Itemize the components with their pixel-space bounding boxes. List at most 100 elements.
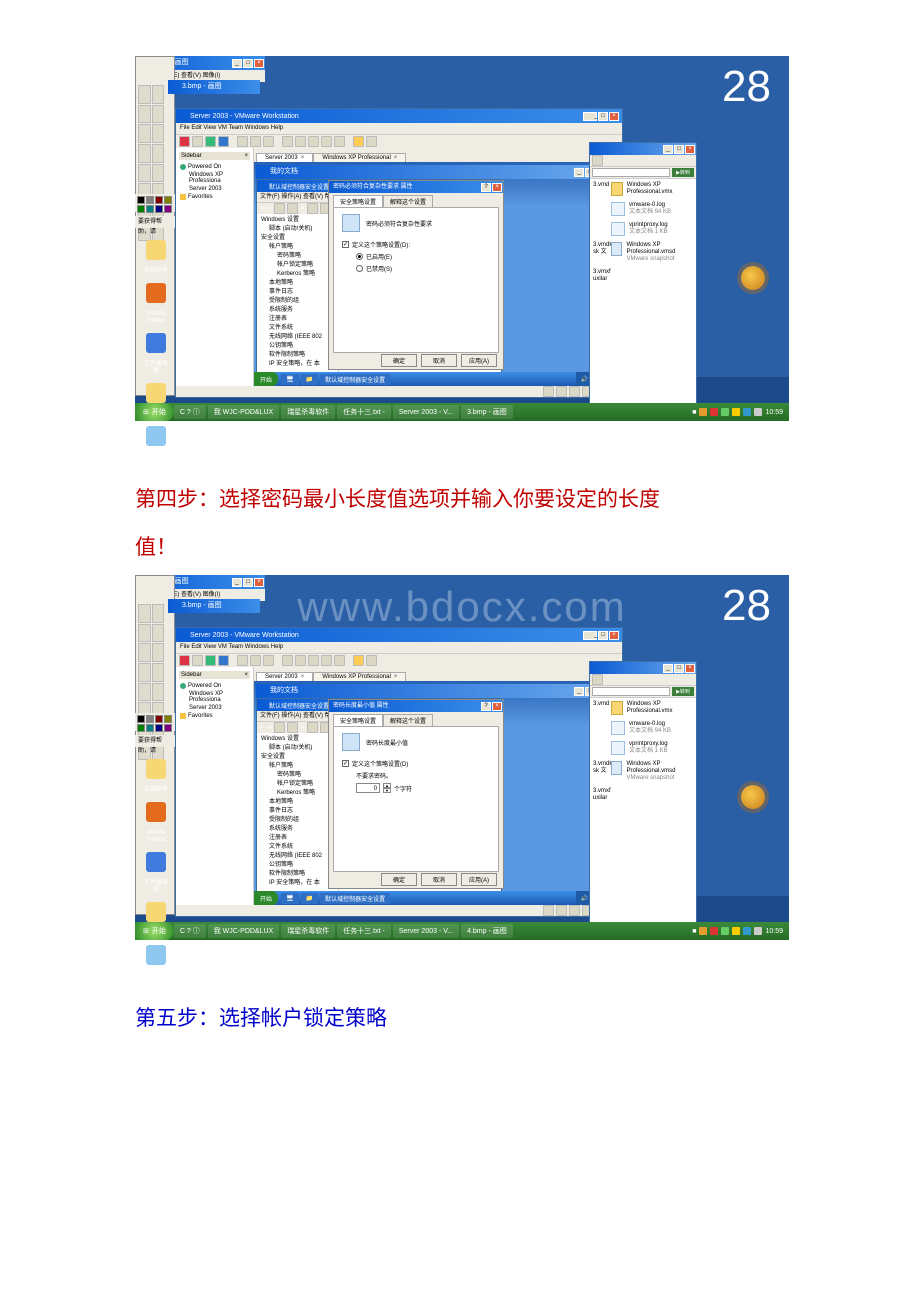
snapshot-icon[interactable] <box>237 655 248 666</box>
taskbar-item[interactable]: 我 WJC-PDD&LUX <box>208 924 280 938</box>
tree-item[interactable]: 公钥策略 <box>259 342 336 351</box>
power-on-icon[interactable] <box>205 655 216 666</box>
views-icon[interactable] <box>592 674 603 685</box>
dialog-titlebar[interactable]: 密码长度最小值 属性 ?× <box>329 700 503 712</box>
prop-icon[interactable] <box>287 722 298 733</box>
back-icon[interactable]: ⇐ <box>260 724 265 731</box>
tray-icon[interactable] <box>710 408 718 416</box>
file-item[interactable]: vmware-0.log文本文档 94 KB <box>593 202 693 216</box>
taskbar-item[interactable]: 我 WJC-PDD&LUX <box>208 405 280 419</box>
mydocs-titlebar[interactable]: 我的文档 _ □ × <box>256 684 606 698</box>
tree-item[interactable]: 文件系统 <box>259 324 336 333</box>
device-icon[interactable] <box>569 386 580 397</box>
minimize-icon[interactable]: _ <box>232 578 242 587</box>
views-icon[interactable] <box>592 155 603 166</box>
guest-taskbar[interactable]: 开始 🖥 📁 默认域控制器安全设置 🔊 🛡 10:59 <box>254 372 622 386</box>
tray-icon[interactable] <box>699 927 707 935</box>
apply-button[interactable]: 应用(A) <box>461 354 497 367</box>
close-icon[interactable]: × <box>685 664 695 673</box>
paint-color-palette[interactable] <box>135 194 175 212</box>
cancel-button[interactable]: 取消 <box>421 354 457 367</box>
paint-titlebar-2[interactable]: 3.bmp - 画图 <box>168 599 260 613</box>
tree-item[interactable]: Windows 设置 <box>259 216 336 225</box>
minimize-icon[interactable]: _ <box>663 664 673 673</box>
minimize-icon[interactable]: _ <box>574 168 584 177</box>
go-button[interactable]: ▶转到 <box>672 687 694 696</box>
secpol-tree[interactable]: Windows 设置 脚本 (启动/关机) 安全设置 帐户策略 密码策略 帐户锁… <box>257 733 339 897</box>
sidebar-favorites[interactable]: Favorites <box>179 193 250 201</box>
tree-item[interactable]: 软件限制策略 <box>259 351 336 360</box>
sidebar-vm-xp[interactable]: Windows XP Professiona <box>179 171 250 185</box>
cancel-button[interactable]: 取消 <box>421 873 457 886</box>
tray-icon[interactable] <box>743 927 751 935</box>
radio-icon[interactable] <box>356 253 363 260</box>
tray-icon[interactable] <box>721 408 729 416</box>
delete-icon[interactable]: ✕ <box>300 724 305 731</box>
up-icon[interactable] <box>274 203 285 214</box>
tab-close-icon[interactable]: × <box>394 674 398 680</box>
tray-icon[interactable] <box>732 927 740 935</box>
host-taskbar[interactable]: ⊞开始 C ? ⓘ 我 WJC-PDD&LUX 瑞星杀毒软件 任务十三.txt … <box>135 403 789 421</box>
vmware-toolbar[interactable] <box>176 134 622 148</box>
file-item[interactable]: vprintproxy.log文本文档 1 KB <box>593 741 693 755</box>
tab-server2003[interactable]: Server 2003× <box>256 672 313 681</box>
quicklaunch[interactable]: C ? ⓘ <box>174 405 206 419</box>
file-item[interactable]: 3.vmxf uxilar <box>593 269 693 283</box>
host-start-button[interactable]: ⊞开始 <box>135 922 174 940</box>
sidebar-vm-xp[interactable]: Windows XP Professiona <box>179 690 250 704</box>
address-input[interactable] <box>592 687 670 696</box>
maximize-icon[interactable]: □ <box>674 145 684 154</box>
fullscreen-icon[interactable] <box>282 655 293 666</box>
maximize-icon[interactable]: □ <box>243 578 253 587</box>
go-button[interactable]: ▶转到 <box>672 168 694 177</box>
tray-icon[interactable] <box>710 927 718 935</box>
file-item[interactable]: 3.vmxf uxilar <box>593 788 693 802</box>
checkbox-icon[interactable] <box>342 241 349 248</box>
tray-icon[interactable] <box>699 408 707 416</box>
unity-icon[interactable] <box>295 655 306 666</box>
tree-item[interactable]: 系统服务 <box>259 306 336 315</box>
taskbar-item[interactable]: 🖥 <box>281 893 299 904</box>
tray-icon[interactable] <box>754 927 762 935</box>
close-icon[interactable]: × <box>254 59 264 68</box>
minimize-icon[interactable]: _ <box>583 112 597 121</box>
taskbar-item[interactable]: 任务十三.txt - <box>337 924 391 938</box>
checkbox-icon[interactable] <box>342 760 349 767</box>
explorer-file-list[interactable]: 3.vmd Windows XP Professional.vmx vmware… <box>590 179 696 405</box>
taskbar-item[interactable]: 瑞星杀毒软件 <box>281 924 335 938</box>
define-policy-checkbox[interactable]: 定义这个策略设置(D): <box>342 240 490 249</box>
sidebar-vm-server[interactable]: Server 2003 <box>179 704 250 712</box>
explorer-addressbar[interactable]: ▶转到 <box>590 686 696 698</box>
taskbar-item[interactable]: 📁 <box>301 893 318 904</box>
reset-icon[interactable] <box>218 655 229 666</box>
file-item[interactable]: vmware-0.log文本文档 94 KB <box>593 721 693 735</box>
taskbar-item[interactable]: 3.bmp - 画图 <box>461 405 513 419</box>
minimize-icon[interactable]: _ <box>583 631 597 640</box>
help-icon[interactable]: ? <box>481 702 491 711</box>
tree-item[interactable]: IP 安全策略，在 本 <box>259 360 336 369</box>
taskbar-item[interactable]: 任务十三.txt - <box>337 405 391 419</box>
close-sidebar-icon[interactable]: × <box>244 153 248 159</box>
tools-icon[interactable] <box>353 136 364 147</box>
desktop-icon-firefox[interactable] <box>146 283 166 303</box>
device-icon[interactable] <box>556 386 567 397</box>
close-icon[interactable]: × <box>685 145 695 154</box>
tray-icon[interactable]: 🔊 <box>581 895 588 902</box>
prop-icon[interactable] <box>287 203 298 214</box>
min-length-input[interactable]: 0 <box>356 783 380 793</box>
radio-icon[interactable] <box>356 265 363 272</box>
desktop-icon-firefox[interactable] <box>146 802 166 822</box>
quicklaunch[interactable]: C ? ⓘ <box>174 924 206 938</box>
radio-enabled[interactable]: 已启用(E) <box>356 252 490 261</box>
device-icon[interactable] <box>543 386 554 397</box>
refresh-icon[interactable] <box>307 722 318 733</box>
file-item[interactable]: vprintproxy.log文本文档 1 KB <box>593 222 693 236</box>
desktop-icon-utils[interactable] <box>146 759 166 779</box>
mydocs-titlebar[interactable]: 我的文档 _ □ × <box>256 165 606 179</box>
refresh-icon[interactable] <box>307 203 318 214</box>
explorer-toolbar[interactable] <box>590 155 696 167</box>
minimize-icon[interactable]: _ <box>574 687 584 696</box>
device-icon[interactable] <box>556 905 567 916</box>
tab-server2003[interactable]: Server 2003× <box>256 153 313 162</box>
explorer-toolbar[interactable] <box>590 674 696 686</box>
